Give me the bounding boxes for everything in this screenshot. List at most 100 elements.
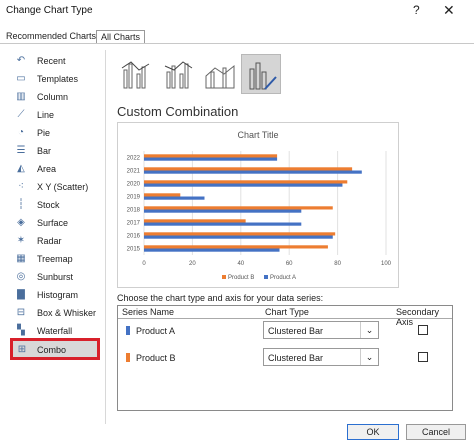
sunburst-chart-icon: ◎: [16, 271, 26, 282]
secondary-axis-checkbox-product-b[interactable]: [418, 352, 428, 362]
column-chart-icon: ▥: [16, 91, 26, 102]
sidebar-item-scatter[interactable]: ⁖ X Y (Scatter): [10, 180, 104, 196]
sidebar-item-surface[interactable]: ◈ Surface: [10, 216, 104, 232]
y-tick-label: 2021: [127, 169, 141, 175]
bar: [144, 245, 328, 249]
radar-chart-icon: ✶: [16, 235, 26, 246]
bar: [144, 154, 278, 158]
x-tick-label: 0: [142, 261, 146, 267]
sidebar-item-sunburst[interactable]: ◎ Sunburst: [10, 270, 104, 286]
sidebar-item-combo[interactable]: ⊞ Combo: [10, 338, 100, 360]
sidebar-item-label: Recent: [37, 56, 66, 66]
sidebar-item-pie[interactable]: ◔ Pie: [10, 126, 104, 142]
subtype-stacked-area-column[interactable]: [201, 54, 241, 94]
bar: [144, 196, 205, 200]
subtype-clustered-column-line[interactable]: [117, 54, 157, 94]
surface-chart-icon: ◈: [17, 217, 25, 228]
sidebar-item-label: Pie: [37, 128, 51, 138]
bar: [144, 193, 181, 197]
y-tick-label: 2022: [127, 156, 141, 162]
tab-strip: Recommended Charts All Charts: [0, 30, 474, 44]
x-tick-label: 60: [286, 261, 293, 267]
bar: [144, 219, 246, 223]
tab-recommended-charts[interactable]: Recommended Charts: [2, 30, 100, 44]
sidebar-item-label: Area: [37, 164, 57, 174]
bar: [144, 206, 333, 210]
sidebar-item-label: Templates: [37, 74, 79, 84]
bar: [144, 222, 302, 226]
bar: [144, 235, 333, 239]
secondary-axis-header: Secondary Axis: [396, 307, 440, 327]
chevron-down-icon[interactable]: ⌄: [360, 322, 378, 338]
chart-preview: Chart Title 0 20 40 60 80 100 2015 2016 2017 2018 2…: [117, 122, 399, 288]
bar: [144, 180, 348, 184]
legend-swatch: [222, 275, 226, 279]
bar: [144, 157, 278, 161]
bar: [144, 167, 353, 171]
sidebar-item-line[interactable]: ⟋ Line: [10, 108, 104, 124]
x-tick-label: 40: [237, 261, 244, 267]
combo-chart-icon: ⊞: [17, 344, 27, 355]
ok-button[interactable]: OK: [347, 424, 399, 440]
chart-type-select-product-b[interactable]: Clustered Bar ⌄: [263, 348, 379, 366]
chevron-down-icon[interactable]: ⌄: [360, 349, 378, 365]
bar-chart: Chart Title 0 20 40 60 80 100 2015 2016 2017 2018 2…: [127, 130, 392, 281]
sidebar-divider: [105, 50, 106, 424]
bar: [144, 170, 362, 174]
chart-type-select-product-a[interactable]: Clustered Bar ⌄: [263, 321, 379, 339]
clustered-column-line-icon: [121, 61, 150, 89]
legend-label: Product A: [270, 275, 296, 281]
sidebar-item-histogram[interactable]: ▇ Histogram: [10, 288, 104, 304]
sidebar-item-label: Waterfall: [37, 326, 73, 336]
subtype-clustered-column-line-secondary[interactable]: [159, 54, 199, 94]
help-button[interactable]: ?: [413, 3, 420, 17]
scatter-chart-icon: ⁖: [18, 181, 24, 192]
sidebar-item-templates[interactable]: ▭ Templates: [10, 72, 104, 88]
bar: [144, 232, 336, 236]
sidebar-item-recent[interactable]: ↶ Recent: [10, 54, 104, 70]
column-line-secondary-axis-icon: [164, 61, 193, 89]
series-color-swatch: [126, 326, 130, 335]
sidebar-item-label: Combo: [37, 345, 67, 355]
secondary-axis-checkbox-product-a[interactable]: [418, 325, 428, 335]
sidebar-item-label: Box & Whisker: [37, 308, 97, 318]
sidebar-item-radar[interactable]: ✶ Radar: [10, 234, 104, 250]
chart-type-header: Chart Type: [265, 307, 309, 317]
tab-all-charts[interactable]: All Charts: [96, 30, 146, 44]
y-tick-label: 2017: [127, 221, 141, 227]
x-tick-label: 80: [334, 261, 341, 267]
tab-divider: [0, 43, 474, 44]
pie-chart-icon: ◔: [17, 127, 25, 138]
sidebar-item-label: Column: [37, 92, 69, 102]
sidebar-item-column[interactable]: ▥ Column: [10, 90, 104, 106]
y-tick-label: 2020: [127, 182, 141, 188]
recent-icon: ↶: [16, 55, 26, 66]
sidebar-item-bar[interactable]: ☰ Bar: [10, 144, 104, 160]
close-button[interactable]: ✕: [443, 2, 455, 19]
sidebar-item-label: X Y (Scatter): [37, 182, 89, 192]
sidebar-item-label: Stock: [37, 200, 60, 210]
series-color-swatch: [126, 353, 130, 362]
templates-icon: ▭: [16, 73, 26, 84]
chart-type-value: Clustered Bar: [268, 353, 324, 363]
y-tick-label: 2019: [127, 195, 141, 201]
cancel-button[interactable]: Cancel: [406, 424, 466, 440]
histogram-chart-icon: ▇: [17, 289, 25, 300]
legend-swatch: [264, 275, 268, 279]
y-tick-label: 2015: [127, 247, 141, 253]
series-name-product-a: Product A: [136, 326, 176, 336]
x-tick-label: 20: [189, 261, 196, 267]
subtype-custom-combination[interactable]: [241, 54, 281, 94]
sidebar-item-label: Treemap: [37, 254, 73, 264]
custom-combination-icon: [249, 62, 277, 90]
sidebar-item-label: Surface: [37, 218, 69, 228]
sidebar-item-area[interactable]: ◭ Area: [10, 162, 104, 178]
legend-label: Product B: [228, 275, 254, 281]
sidebar-item-label: Sunburst: [37, 272, 74, 282]
bar-chart-icon: ☰: [16, 145, 26, 156]
series-name-header: Series Name: [122, 307, 175, 317]
y-tick-label: 2018: [127, 208, 141, 214]
sidebar-item-treemap[interactable]: ▦ Treemap: [10, 252, 104, 268]
sidebar-item-stock[interactable]: ┆ Stock: [10, 198, 104, 214]
sidebar-item-box-whisker[interactable]: ⊟ Box & Whisker: [10, 306, 104, 322]
